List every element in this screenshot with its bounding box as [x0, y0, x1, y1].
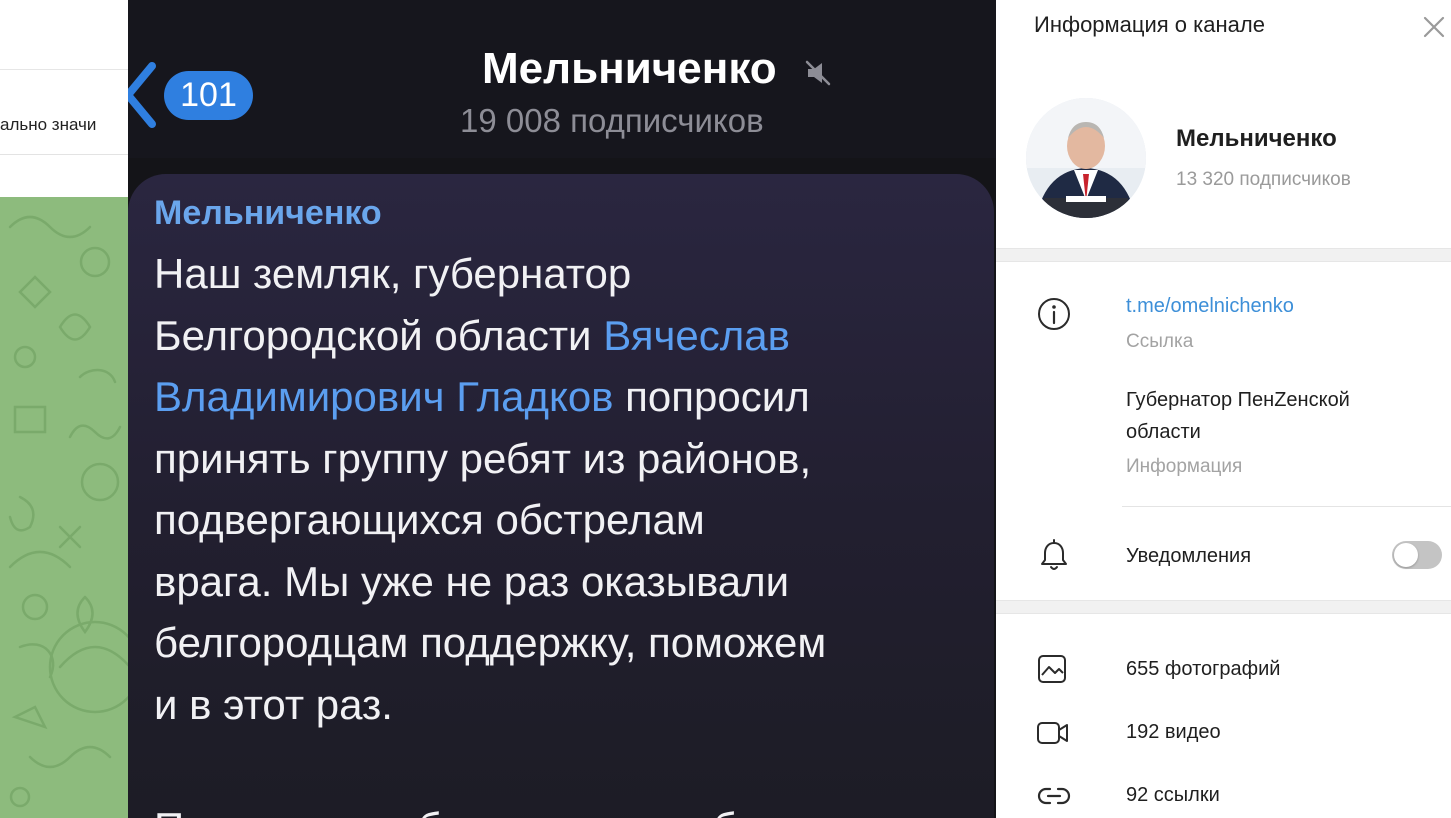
- info-icon: [1038, 298, 1070, 330]
- row-divider: [1122, 506, 1451, 507]
- post-text: Наш земляк, губернатор Белгородской обла…: [154, 243, 984, 818]
- photo-icon: [1038, 655, 1066, 683]
- post-line-text: врага. Мы уже не раз оказывали: [154, 557, 790, 605]
- notifications-toggle[interactable]: [1392, 541, 1442, 569]
- post-line-text: Белгородской области: [154, 311, 604, 359]
- post-line-text: белгородцам поддержку, поможем: [154, 619, 827, 666]
- post-line-text: Наш земляк, губернатор: [154, 250, 632, 297]
- chat-wallpaper: [0, 197, 128, 818]
- section-separator: [996, 248, 1451, 262]
- post-line: Пензенская область примет более: [154, 797, 984, 818]
- channel-link[interactable]: t.me/omelnichenko: [1126, 295, 1294, 318]
- channel-subscriber-count: 13 320 подписчиков: [1176, 169, 1351, 190]
- mention-link[interactable]: Вячеслав: [603, 312, 790, 359]
- media-videos[interactable]: 192 видео: [1126, 721, 1221, 744]
- video-icon: [1037, 722, 1068, 744]
- muted-speaker-icon: [805, 60, 831, 86]
- post-line: Владимирович Гладков попросил: [154, 366, 984, 428]
- chat-header-area: [0, 0, 128, 70]
- mention-link[interactable]: Владимирович Гладков: [154, 373, 614, 420]
- post-line: принять группу ребят из районов,: [154, 428, 984, 490]
- post-line-text: Пензенская область примет более: [154, 804, 830, 818]
- post-line: подвергающихся обстрелам: [154, 489, 984, 551]
- link-icon: [1037, 787, 1071, 805]
- back-chevron-icon[interactable]: [128, 62, 162, 128]
- notifications-label: Уведомления: [1126, 545, 1252, 567]
- post-line: врага. Мы уже не раз оказывали: [154, 551, 984, 613]
- section-separator: [996, 600, 1451, 614]
- mobile-channel-title[interactable]: Мельниченко: [482, 44, 777, 94]
- unread-count-badge[interactable]: 101: [164, 71, 253, 120]
- avatar-portrait: [1026, 98, 1146, 218]
- bell-icon: [1041, 539, 1067, 570]
- channel-info-panel: Информация о канале Мельниченко 13 320 п…: [996, 0, 1451, 818]
- post-line-text: попросил: [613, 373, 810, 420]
- toggle-knob: [1394, 543, 1418, 567]
- wallpaper-doodles: [8, 215, 128, 808]
- description-label: Информация: [1126, 456, 1243, 477]
- channel-description: Губернатор ПенZенской области: [1126, 389, 1350, 443]
- pinned-message-snippet: ально значи: [0, 115, 97, 134]
- channel-name: Мельниченко: [1176, 125, 1337, 152]
- channel-avatar[interactable]: [1026, 98, 1146, 218]
- post-line: и в этот раз.: [154, 674, 984, 736]
- phone-screenshot: 101 Мельниченко 19 008 подписчиков Мельн…: [128, 0, 996, 818]
- media-photos[interactable]: 655 фотографий: [1126, 658, 1280, 681]
- post-line-text: принять группу ребят из районов,: [154, 434, 812, 482]
- pinned-message-bar[interactable]: ально значи: [0, 70, 128, 155]
- link-label: Ссылка: [1126, 331, 1194, 352]
- post-line: Наш земляк, губернатор: [154, 243, 984, 305]
- panel-title: Информация о канале: [1034, 12, 1265, 37]
- desktop-chat-strip: ально значи: [0, 0, 128, 818]
- post-line-text: подвергающихся обстрелам: [154, 496, 705, 543]
- post-line-text: и в этот раз.: [154, 680, 393, 728]
- close-icon[interactable]: [1420, 13, 1448, 41]
- post-line: [154, 735, 984, 797]
- post-line: белгородцам поддержку, поможем: [154, 612, 984, 674]
- mobile-channel-header: 101 Мельниченко 19 008 подписчиков: [128, 0, 996, 158]
- mobile-subscriber-count: 19 008 подписчиков: [460, 102, 764, 139]
- post-author[interactable]: Мельниченко: [154, 194, 382, 233]
- post-line: Белгородской области Вячеслав: [154, 305, 984, 367]
- media-links[interactable]: 92 ссылки: [1126, 784, 1220, 807]
